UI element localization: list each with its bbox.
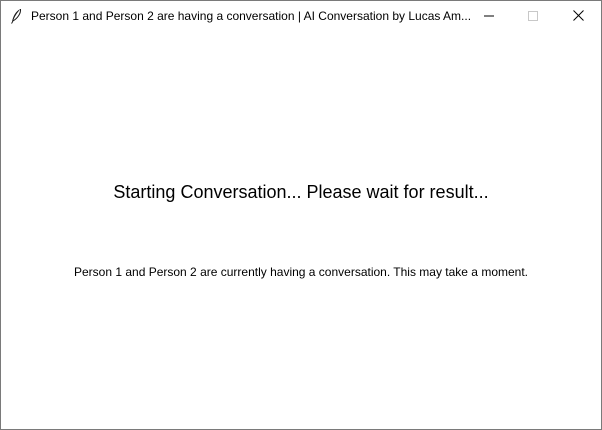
status-heading: Starting Conversation... Please wait for… — [113, 182, 489, 202]
main-content: Starting Conversation... Please wait for… — [1, 32, 601, 429]
maximize-button[interactable] — [510, 1, 556, 32]
title-bar[interactable]: Person 1 and Person 2 are having a conve… — [1, 1, 601, 32]
feather-icon — [9, 8, 23, 24]
status-message: Person 1 and Person 2 are currently havi… — [73, 265, 528, 279]
window-title: Person 1 and Person 2 are having a conve… — [31, 9, 472, 23]
close-icon — [572, 8, 584, 26]
minimize-icon — [484, 8, 494, 26]
app-window: Person 1 and Person 2 are having a conve… — [0, 0, 602, 430]
close-button[interactable] — [555, 1, 601, 32]
minimize-button[interactable] — [466, 1, 512, 32]
maximize-icon — [528, 8, 538, 26]
